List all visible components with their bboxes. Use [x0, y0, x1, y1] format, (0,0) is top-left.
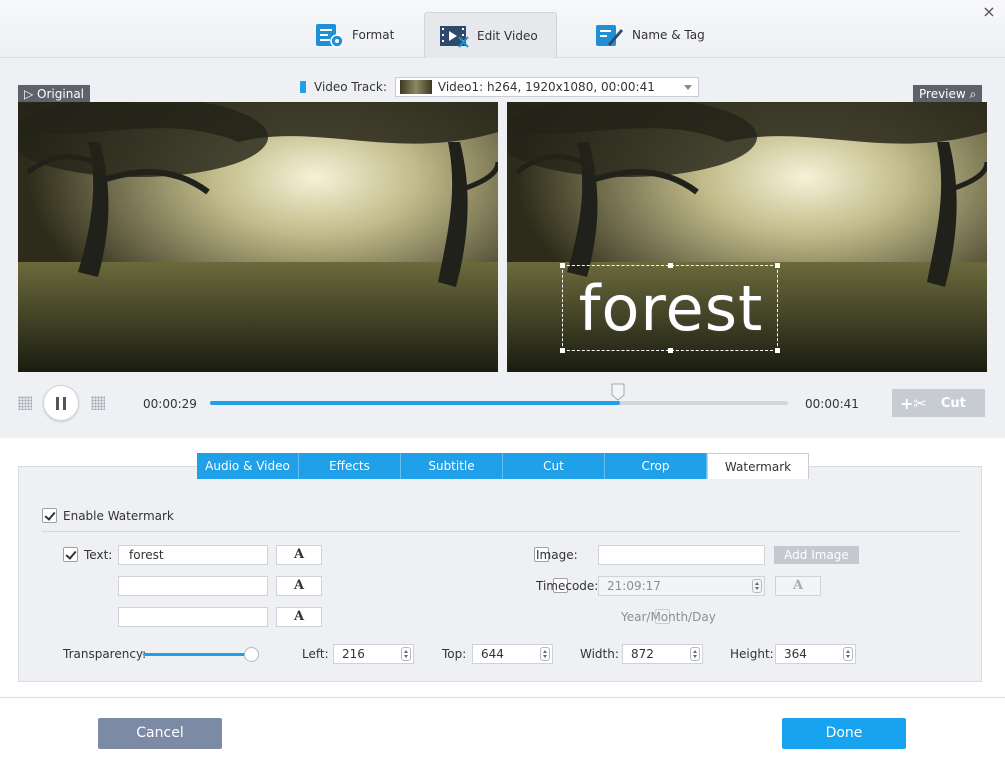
- height-stepper[interactable]: 364: [775, 644, 856, 664]
- cancel-button[interactable]: Cancel: [98, 718, 222, 749]
- resize-handle[interactable]: [668, 348, 673, 353]
- year-month-day-label: Year/Month/Day: [621, 610, 716, 624]
- video-thumbnail: [399, 80, 432, 94]
- width-stepper[interactable]: 872: [622, 644, 703, 664]
- chevron-down-icon: [683, 84, 692, 90]
- tab-watermark[interactable]: Watermark: [707, 453, 809, 479]
- tab-crop[interactable]: Crop: [605, 453, 707, 479]
- width-label: Width:: [580, 647, 619, 661]
- transparency-label: Transparency:: [63, 647, 147, 661]
- timecode-font-button[interactable]: A: [775, 576, 821, 596]
- resize-handle[interactable]: [775, 263, 780, 268]
- stepper-arrows-icon[interactable]: [690, 647, 700, 661]
- format-settings-icon: [316, 24, 344, 48]
- tab-format[interactable]: Format: [300, 12, 408, 58]
- drag-handle-icon: [91, 396, 105, 410]
- edit-video-icon: [440, 25, 469, 48]
- divider: [42, 531, 960, 532]
- progress-fill: [210, 401, 621, 405]
- top-label: Top:: [442, 647, 467, 661]
- font-button[interactable]: A: [276, 576, 322, 596]
- add-image-button[interactable]: Add Image: [774, 546, 859, 564]
- timecode-label: Timecode:: [536, 579, 599, 593]
- transparency-slider-handle[interactable]: [244, 647, 259, 662]
- tab-subtitle[interactable]: Subtitle: [401, 453, 503, 479]
- image-label: Image:: [536, 548, 578, 562]
- timecode-stepper[interactable]: 21:09:17: [598, 576, 765, 596]
- original-video: [18, 102, 498, 372]
- name-tag-icon: [596, 25, 623, 46]
- total-time: 00:00:41: [805, 397, 859, 411]
- video-track-value: Video1: h264, 1920x1080, 00:00:41: [437, 80, 655, 94]
- left-stepper[interactable]: 216: [333, 644, 414, 664]
- progress-track[interactable]: [210, 401, 788, 405]
- height-label: Height:: [730, 647, 774, 661]
- video-track-label: Video Track:: [314, 80, 387, 94]
- add-scissors-icon: +✂: [900, 393, 927, 413]
- tab-format-label: Format: [352, 28, 395, 42]
- text-input-2[interactable]: [118, 576, 268, 596]
- transparency-slider-track[interactable]: [143, 653, 251, 656]
- tab-audio-video[interactable]: Audio & Video: [197, 453, 299, 479]
- original-label: ▷ Original: [18, 85, 91, 103]
- font-button[interactable]: A: [276, 607, 322, 627]
- watermark-text-overlay: forest: [578, 272, 764, 345]
- enable-watermark-label: Enable Watermark: [63, 508, 174, 523]
- tab-cut[interactable]: Cut: [503, 453, 605, 479]
- resize-handle[interactable]: [668, 263, 673, 268]
- resize-handle[interactable]: [560, 263, 565, 268]
- tab-edit-video-label: Edit Video: [477, 28, 538, 43]
- video-track-icon: [300, 81, 306, 93]
- current-time: 00:00:29: [143, 397, 197, 411]
- text-label: Text:: [84, 548, 113, 562]
- top-stepper[interactable]: 644: [472, 644, 553, 664]
- magnifier-icon: ⌕: [969, 87, 977, 101]
- close-icon[interactable]: ×: [980, 4, 998, 22]
- watermark-bounding-box[interactable]: forest: [560, 263, 780, 353]
- progress-handle[interactable]: [611, 383, 625, 401]
- tab-name-tag-label: Name & Tag: [632, 28, 705, 42]
- drag-handle-icon: [18, 396, 32, 410]
- done-button[interactable]: Done: [782, 718, 906, 749]
- enable-watermark-checkbox[interactable]: [42, 508, 57, 523]
- cut-button[interactable]: +✂ Cut: [892, 389, 985, 417]
- stepper-arrows-icon[interactable]: [843, 647, 853, 661]
- edit-tabs: Audio & Video Effects Subtitle Cut Crop …: [197, 453, 809, 479]
- tab-effects[interactable]: Effects: [299, 453, 401, 479]
- pause-button[interactable]: [43, 385, 79, 421]
- enable-watermark-row: Enable Watermark: [42, 508, 174, 523]
- forest-scene-image: [18, 102, 498, 372]
- image-path-input[interactable]: [598, 545, 765, 565]
- font-button[interactable]: A: [276, 545, 322, 565]
- stepper-arrows-icon[interactable]: [752, 579, 762, 593]
- resize-handle[interactable]: [775, 348, 780, 353]
- text-input-1[interactable]: forest: [118, 545, 268, 565]
- tab-edit-video[interactable]: Edit Video: [424, 12, 557, 58]
- video-track-select[interactable]: Video1: h264, 1920x1080, 00:00:41: [394, 77, 699, 97]
- play-small-icon: ▷: [24, 87, 38, 101]
- text-checkbox[interactable]: [63, 547, 78, 562]
- stepper-arrows-icon[interactable]: [540, 647, 550, 661]
- text-input-3[interactable]: [118, 607, 268, 627]
- video-track-row: Video Track: Video1: h264, 1920x1080, 00…: [300, 77, 699, 97]
- resize-handle[interactable]: [560, 348, 565, 353]
- preview-button[interactable]: Preview ⌕: [913, 85, 983, 103]
- pause-icon: [56, 396, 59, 410]
- tab-name-tag[interactable]: Name & Tag: [580, 12, 719, 58]
- stepper-arrows-icon[interactable]: [401, 647, 411, 661]
- left-label: Left:: [302, 647, 329, 661]
